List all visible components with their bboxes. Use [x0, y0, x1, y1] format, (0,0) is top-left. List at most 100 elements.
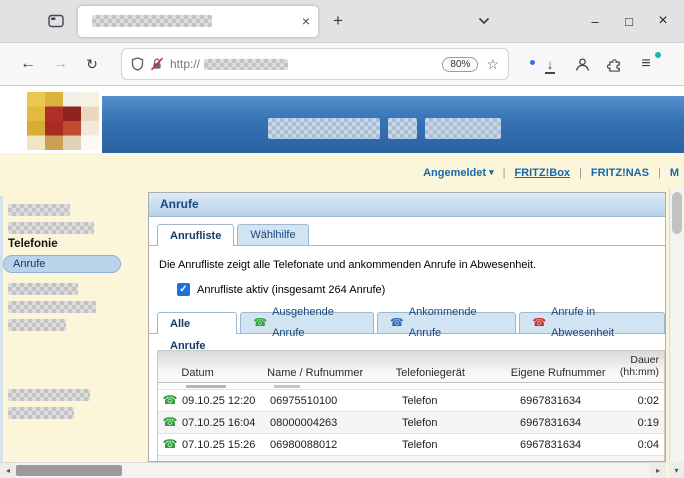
fritzbox-banner: [28, 96, 684, 153]
separator: |: [658, 167, 661, 179]
call-row: ☎ 09.10.25 12:20 06975510100 Telefon 696…: [158, 389, 664, 411]
separator: |: [579, 167, 582, 179]
col-name-rufnummer: Name / Rufnummer: [267, 367, 396, 379]
extensions-puzzle-icon[interactable]: [598, 49, 630, 79]
banner-title-redacted: [425, 118, 501, 139]
fritzbox-logo: [10, 89, 102, 153]
insecure-lock-icon[interactable]: [150, 57, 164, 71]
account-icon[interactable]: [566, 49, 598, 79]
banner-title-redacted: [388, 118, 417, 139]
bookmark-star-icon[interactable]: ☆: [486, 56, 499, 73]
cell-rufnummer: 06980088012: [270, 439, 402, 451]
call-filter-tabs: Alle Anrufe ☎ Ausgehende Anrufe ☎ Ankomm…: [149, 312, 665, 334]
filter-tab-abwesenheit[interactable]: ☎ Anrufe in Abwesenheit: [519, 312, 665, 333]
link-fritznas[interactable]: FRITZ!NAS: [591, 167, 649, 179]
description-text: Die Anrufliste zeigt alle Telefonate und…: [159, 259, 655, 271]
sidebar-item-redacted[interactable]: [8, 283, 78, 295]
download-arrow: ↓: [547, 58, 554, 71]
scroll-right-button[interactable]: ▸: [650, 463, 666, 478]
url-scheme-text: http://: [170, 57, 200, 71]
cell-datum: 09.10.25 12:20: [182, 395, 270, 407]
top-navigation: Angemeldet ▾ | FRITZ!Box | FRITZ!NAS | M: [423, 165, 679, 180]
reload-button[interactable]: ↻: [76, 49, 108, 79]
call-type-icon: ☎: [163, 393, 178, 407]
tab-list-chevron-icon[interactable]: [468, 6, 500, 36]
horizontal-scrollbar-thumb[interactable]: [16, 465, 122, 476]
col-dauer-line1: Dauer: [630, 354, 659, 367]
call-row: ☎ 07.10.25 16:04 08000004263 Telefon 696…: [158, 411, 664, 433]
col-datum: Datum: [181, 367, 267, 379]
checkbox-label: Anrufliste aktiv (insgesamt 264 Anrufe): [197, 284, 385, 296]
outgoing-call-icon: ☎: [253, 318, 267, 329]
link-myfritz-clipped[interactable]: M: [670, 167, 679, 179]
zoom-level-badge[interactable]: 80%: [442, 57, 478, 72]
sidebar-item-redacted[interactable]: [8, 204, 70, 216]
browser-tab-active[interactable]: ×: [78, 6, 318, 37]
filter-tab-alle-anrufe[interactable]: Alle Anrufe: [157, 312, 237, 334]
sidebar-item-redacted[interactable]: [8, 301, 96, 313]
cell-geraet: Telefon: [402, 439, 520, 451]
tab-anrufliste[interactable]: Anrufliste: [157, 224, 234, 246]
downloads-icon[interactable]: ↓: [534, 49, 566, 79]
cell-dauer: 0:19: [632, 417, 664, 429]
call-type-icon: ☎: [163, 437, 178, 451]
forward-button[interactable]: →: [44, 49, 76, 79]
check-icon: ✓: [177, 283, 190, 296]
filter-tab-ausgehende[interactable]: ☎ Ausgehende Anrufe: [240, 312, 374, 333]
sidebar-item-redacted[interactable]: [8, 407, 74, 419]
missed-call-icon: ☎: [532, 318, 546, 329]
cell-datum: 07.10.25 15:26: [182, 439, 270, 451]
notification-dot: [655, 52, 661, 58]
sidebar-section-telefonie[interactable]: Telefonie: [8, 238, 58, 250]
window-maximize-button[interactable]: □: [612, 0, 646, 42]
call-row: ☎ 07.10.25 15:26 06980088012 Telefon 696…: [158, 433, 664, 455]
call-type-icon: ☎: [163, 415, 178, 429]
clipped-text-fragment: [274, 385, 300, 388]
col-telefoniegeraet: Telefoniegerät: [396, 367, 511, 379]
fritzbox-page: Angemeldet ▾ | FRITZ!Box | FRITZ!NAS | M…: [0, 86, 684, 478]
app-menu-icon[interactable]: ≡: [630, 49, 662, 79]
logged-in-menu[interactable]: Angemeldet ▾: [423, 167, 494, 179]
new-tab-button[interactable]: +: [322, 6, 354, 36]
banner-title-redacted: [268, 118, 380, 139]
scroll-down-button[interactable]: ▾: [669, 462, 684, 478]
back-button[interactable]: ←: [12, 49, 44, 79]
browser-window: × + – □ × ← → ↻ http:// 80% ☆: [0, 0, 684, 478]
url-bar[interactable]: http:// 80% ☆: [122, 49, 508, 79]
window-close-button[interactable]: ×: [646, 0, 680, 42]
cell-eigene: 6967831634: [520, 417, 632, 429]
call-list-active-checkbox[interactable]: ✓: [177, 283, 190, 296]
sidebar-item-redacted[interactable]: [8, 319, 66, 331]
tab-close-icon[interactable]: ×: [302, 14, 310, 28]
cell-dauer: 0:02: [632, 395, 664, 407]
caret-down-icon: ▾: [489, 167, 494, 178]
checkbox-row: ✓ Anrufliste aktiv (insgesamt 264 Anrufe…: [177, 283, 665, 296]
scroll-left-button[interactable]: ◂: [0, 463, 16, 478]
tab-waehlhilfe[interactable]: Wählhilfe: [237, 224, 308, 245]
vertical-scrollbar-thumb[interactable]: [672, 192, 682, 234]
window-minimize-button[interactable]: –: [578, 0, 612, 42]
col-eigene-rufnummer: Eigene Rufnummer: [511, 367, 620, 379]
cell-eigene: 6967831634: [520, 439, 632, 451]
clipped-row: [158, 383, 664, 389]
link-fritzbox[interactable]: FRITZ!Box: [514, 167, 570, 179]
col-dauer: Dauer (hh:mm): [620, 354, 664, 379]
download-indicator-dot: [530, 60, 535, 65]
sidebar-item-redacted[interactable]: [8, 389, 90, 401]
browser-tab-bar: × + – □ ×: [0, 0, 684, 43]
cell-rufnummer: 08000004263: [270, 417, 402, 429]
url-redacted: [204, 59, 288, 70]
table-header: Datum Name / Rufnummer Telefoniegerät Ei…: [158, 351, 664, 383]
filter-tab-ankommende[interactable]: ☎ Ankommende Anrufe: [377, 312, 516, 333]
separator: |: [503, 167, 506, 179]
horizontal-scrollbar[interactable]: ◂ ▸: [0, 462, 666, 478]
sidebar-item-redacted[interactable]: [8, 222, 94, 234]
clipped-text-fragment: [186, 385, 226, 388]
filter-tab-label: Ankommende Anrufe: [409, 302, 504, 344]
vertical-scrollbar[interactable]: [669, 188, 684, 462]
browser-toolbar: ← → ↻ http:// 80% ☆ ↓ ≡: [0, 43, 684, 86]
sidebar-item-anrufe[interactable]: Anrufe: [3, 255, 121, 273]
firefox-view-icon[interactable]: [48, 14, 64, 28]
tracking-shield-icon[interactable]: [131, 57, 144, 71]
call-table: Datum Name / Rufnummer Telefoniegerät Ei…: [157, 350, 665, 462]
